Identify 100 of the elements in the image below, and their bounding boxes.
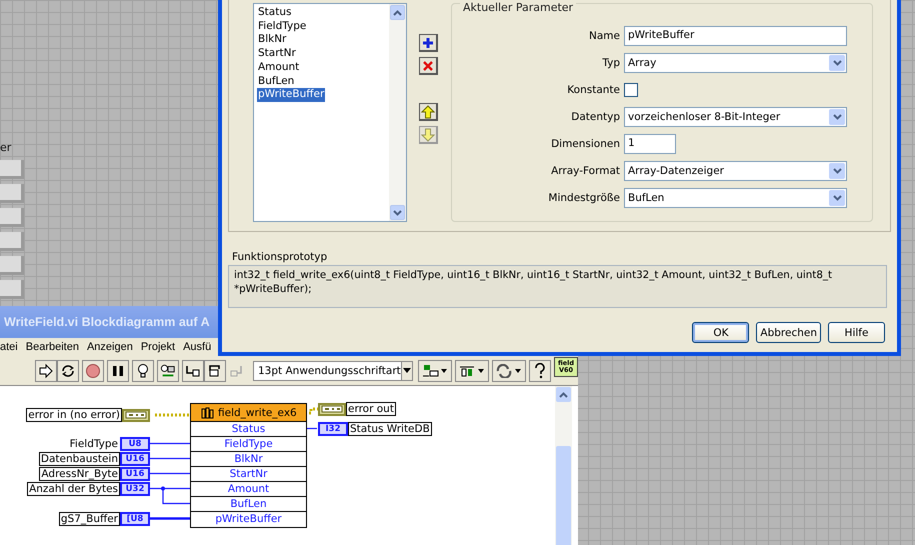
field-label: Datentyp (570, 111, 620, 123)
list-item[interactable]: Status (257, 6, 292, 20)
menu-item[interactable]: Ausfü (183, 341, 212, 353)
wire (150, 458, 190, 460)
list-item[interactable]: BlkNr (257, 33, 288, 48)
terminal-label: error out (346, 402, 396, 416)
numeric-terminal[interactable]: U16 (120, 452, 150, 466)
abort-button[interactable] (82, 360, 104, 382)
numeric-terminal[interactable]: U8 (120, 436, 150, 450)
font-dropdown[interactable]: 13pt Anwendungsschriftart (253, 360, 413, 380)
terminal-label: Datenbaustein (38, 452, 120, 466)
dropdown[interactable]: BufLen (624, 188, 847, 208)
probe-icon (160, 362, 176, 378)
dialog-button[interactable]: OK (692, 322, 750, 343)
list-item[interactable]: FieldType (257, 20, 308, 34)
field-label: Dimensionen (550, 138, 620, 150)
terminal-label: error in (no error) (26, 408, 122, 422)
error-cluster-indicator[interactable] (318, 402, 346, 416)
wire-junction (161, 486, 165, 490)
add-button[interactable] (419, 34, 438, 52)
arrow-down-icon (421, 128, 435, 142)
menu-item[interactable]: atei (0, 341, 18, 353)
menu-item[interactable]: Projekt (140, 341, 176, 353)
align-objects-icon (422, 364, 448, 378)
terminal-label: AdressNr_Byte (39, 466, 120, 480)
window-title: WriteField.vi Blockdiagramm auf A (4, 315, 210, 329)
node-terminal[interactable]: BlkNr (191, 452, 306, 467)
error-wire (155, 414, 190, 416)
align-button[interactable] (418, 360, 452, 382)
reorder-arrows-icon (496, 364, 522, 378)
question-mark-icon (533, 362, 547, 378)
distribute-objects-icon (459, 364, 485, 378)
name-field[interactable]: pWriteBuffer (624, 26, 847, 46)
menu-item[interactable]: Bearbeiten (26, 341, 79, 353)
group-title: Aktueller Parameter (460, 1, 576, 14)
node-header: field_write_ex6 (191, 404, 306, 422)
function-prototype: int32_t field_write_ex6(uint8_t FieldType, uint16_t BlkNr, uint16_t StartNr, uint32_t Amount, uint32_t BufLen, uint8_t *pWriteBuffer); (228, 265, 887, 308)
terminal-label: FieldType (68, 436, 120, 450)
scroll-up-icon[interactable] (556, 387, 571, 402)
run-button[interactable] (35, 360, 57, 382)
scroll-thumb[interactable] (556, 446, 571, 545)
list-item[interactable]: Amount (257, 60, 300, 75)
node-terminal[interactable]: BufLen (191, 497, 306, 512)
dropdown[interactable]: Array (624, 53, 847, 73)
error-cluster-terminal[interactable] (122, 408, 150, 422)
dialog-button[interactable]: Abbrechen (756, 322, 821, 343)
step-over-icon (207, 362, 223, 378)
dropdown[interactable]: vorzeichenloser 8-Bit-Integer (624, 107, 847, 127)
move-up-button[interactable] (419, 103, 438, 121)
list-item[interactable]: pWriteBuffer (257, 88, 326, 102)
wire (150, 442, 190, 444)
step-into-button[interactable] (182, 360, 204, 382)
checkbox[interactable] (624, 83, 638, 97)
field-label: Mindestgröße (547, 192, 620, 204)
highlight-button[interactable] (132, 360, 154, 382)
pause-button[interactable] (107, 360, 129, 382)
distribute-button[interactable] (455, 360, 489, 382)
close-icon (421, 58, 435, 72)
node-terminal[interactable]: Status (191, 422, 306, 437)
light-bulb-icon (135, 362, 151, 378)
dropdown[interactable]: Array-Datenzeiger (624, 161, 847, 181)
list-item[interactable]: StartNr (257, 47, 297, 61)
plus-icon (421, 36, 435, 50)
library-call-node[interactable]: field_write_ex6 Status FieldType BlkNr StartNr Amount BufLen pWriteBuffer (190, 403, 307, 528)
arrow-up-icon (421, 104, 435, 118)
node-terminal[interactable]: StartNr (191, 467, 306, 482)
terminal-label: Status WriteDB (348, 422, 432, 436)
help-button[interactable] (529, 360, 551, 382)
scrollbar[interactable] (555, 386, 572, 545)
dialog-button[interactable]: Hilfe (828, 322, 885, 343)
node-terminal[interactable]: pWriteBuffer (191, 512, 306, 527)
section-label: Funktionsprototyp (232, 251, 328, 263)
delete-button[interactable] (419, 57, 438, 75)
numeric-terminal[interactable]: U16 (120, 466, 150, 480)
run-continuously-button[interactable] (57, 360, 79, 382)
wire (150, 517, 190, 520)
wire (150, 472, 190, 474)
numeric-indicator[interactable]: I32 (318, 422, 348, 436)
library-books-icon (201, 406, 215, 418)
node-terminal[interactable]: FieldType (191, 437, 306, 452)
step-over-button[interactable] (204, 360, 226, 382)
dimensions-field[interactable]: 1 (624, 134, 676, 154)
field-label: Konstante (566, 84, 620, 96)
retain-wire-values-button[interactable] (157, 360, 179, 382)
terminal-label: Anzahl der Bytes (27, 482, 120, 496)
field-label: Array-Format (550, 165, 620, 177)
stop-circle-icon (85, 362, 101, 378)
scrollbar[interactable] (389, 4, 406, 221)
scroll-down-icon[interactable] (390, 205, 405, 220)
node-terminal[interactable]: Amount (191, 482, 306, 497)
menu-item[interactable]: Anzeigen (86, 341, 133, 353)
numeric-terminal[interactable]: [U8 (120, 512, 150, 526)
control-label: er (0, 141, 12, 154)
reorder-button[interactable] (492, 360, 526, 382)
list-item[interactable]: BufLen (257, 74, 296, 88)
field-label: Name (588, 30, 620, 42)
caret-icon (400, 362, 412, 380)
run-arrow-icon (38, 362, 54, 378)
scroll-up-icon[interactable] (390, 5, 405, 20)
numeric-terminal[interactable]: U32 (120, 482, 150, 496)
